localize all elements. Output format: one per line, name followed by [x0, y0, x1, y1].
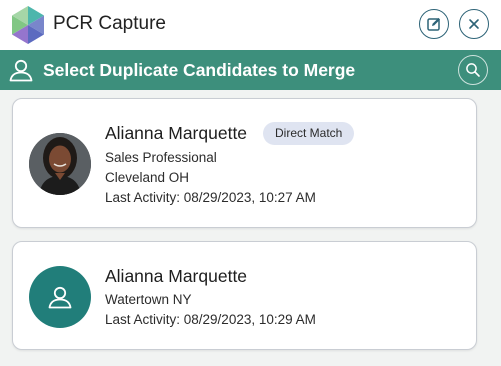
user-icon — [48, 286, 72, 309]
app-title: PCR Capture — [53, 13, 166, 34]
search-icon — [466, 63, 480, 77]
match-badge: Direct Match — [263, 122, 355, 145]
edit-button[interactable] — [419, 9, 449, 39]
candidate-location: Cleveland OH — [105, 170, 190, 185]
search-button[interactable] — [458, 55, 488, 85]
candidate-location: Watertown NY — [105, 292, 192, 307]
user-icon — [9, 59, 33, 82]
candidate-last-activity: Last Activity: 08/29/2023, 10:29 AM — [105, 312, 316, 327]
candidate-title: Sales Professional — [105, 150, 217, 165]
candidate-card[interactable]: Alianna Marquette Watertown NY Last Acti… — [12, 241, 477, 350]
candidate-avatar — [29, 266, 91, 328]
candidate-name: Alianna Marquette — [105, 266, 248, 286]
candidate-last-activity: Last Activity: 08/29/2023, 10:27 AM — [105, 190, 316, 205]
page-title: Select Duplicate Candidates to Merge — [43, 60, 356, 80]
close-button[interactable] — [459, 9, 489, 39]
edit-icon — [427, 17, 441, 31]
candidate-name: Alianna Marquette — [105, 123, 248, 143]
title-bar: PCR Capture — [0, 0, 501, 50]
header-banner: Select Duplicate Candidates to Merge — [0, 50, 501, 90]
close-icon — [469, 19, 479, 29]
candidate-card[interactable]: Alianna Marquette Direct Match Sales Pro… — [12, 98, 477, 228]
app-logo — [12, 6, 44, 44]
portrait-image — [29, 133, 91, 195]
candidate-photo — [29, 133, 91, 195]
